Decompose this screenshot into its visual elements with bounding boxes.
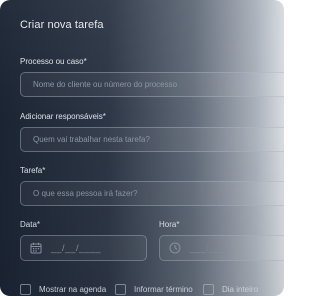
date-input[interactable]: __/__/____ bbox=[20, 235, 147, 261]
dialog-title: Criar nova tarefa bbox=[20, 19, 104, 31]
assignees-placeholder: Quem vai trabalhar nesta tarefa? bbox=[33, 135, 150, 144]
time-input[interactable]: ___:___ bbox=[159, 235, 284, 261]
assignees-label: Adicionar responsáveis* bbox=[20, 112, 106, 121]
all-day-label: Dia inteiro bbox=[222, 285, 259, 294]
inform-completion-label: Informar término bbox=[134, 285, 193, 294]
assignees-input[interactable]: Quem vai trabalhar nesta tarefa? bbox=[20, 127, 284, 152]
task-label: Tarefa* bbox=[20, 166, 46, 175]
process-placeholder: Nome do cliente ou número do processo bbox=[33, 80, 178, 89]
clock-icon bbox=[169, 242, 181, 254]
time-placeholder: ___:___ bbox=[190, 243, 227, 253]
date-placeholder: __/__/____ bbox=[51, 243, 102, 253]
calendar-icon bbox=[30, 242, 42, 254]
show-on-calendar-label: Mostrar na agenda bbox=[39, 285, 107, 294]
create-task-dialog: Criar nova tarefa Processo ou caso* Nome… bbox=[0, 0, 284, 296]
checkbox-box[interactable] bbox=[115, 284, 126, 295]
process-label: Processo ou caso* bbox=[20, 57, 87, 66]
task-placeholder: O que essa pessoa irá fazer? bbox=[33, 189, 138, 198]
task-input[interactable]: O que essa pessoa irá fazer? bbox=[20, 181, 284, 206]
checkbox-box[interactable] bbox=[20, 284, 31, 295]
checkbox-box[interactable] bbox=[203, 284, 214, 295]
time-label: Hora* bbox=[159, 220, 180, 229]
date-label: Data* bbox=[20, 220, 41, 229]
process-input[interactable]: Nome do cliente ou número do processo bbox=[20, 72, 284, 97]
